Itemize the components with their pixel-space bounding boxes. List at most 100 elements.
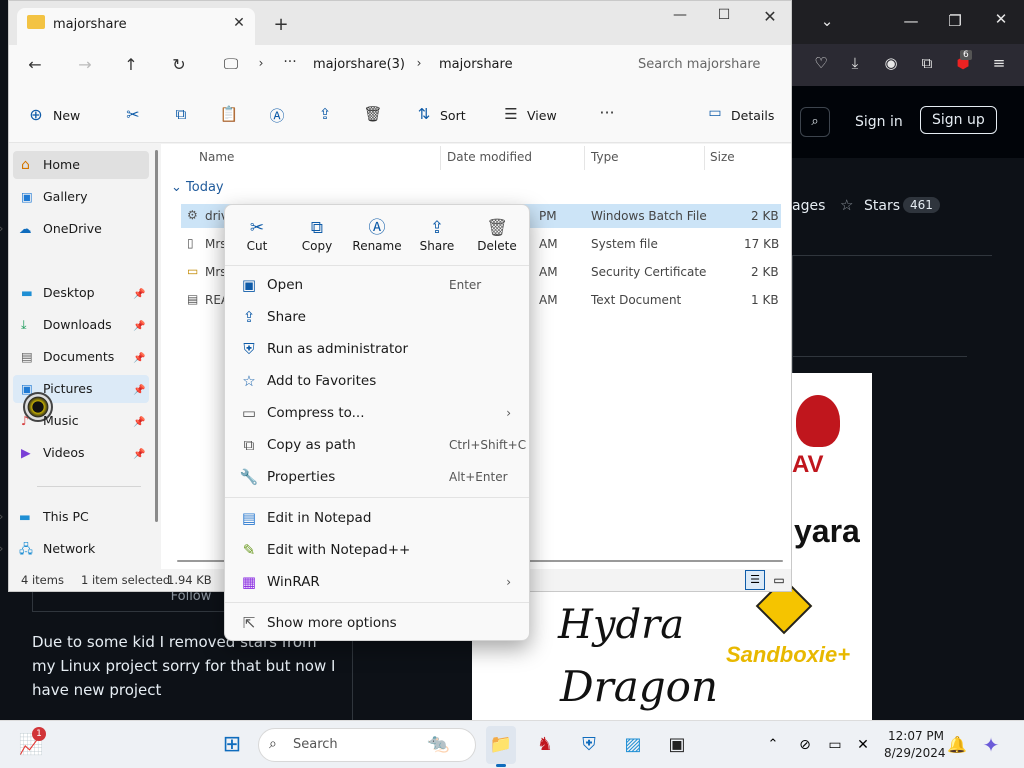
close-icon[interactable]: ✕ [986,10,1016,28]
this-pc-icon[interactable]: 🖵 [221,55,241,73]
minimize-icon[interactable]: — [665,7,695,23]
photos-icon[interactable]: ▨ [620,732,646,758]
share-button[interactable]: ⇪ Share [409,217,465,253]
breadcrumb-item[interactable]: majorshare [439,57,513,72]
chevron-right-icon: › [416,56,422,70]
file-size: 1 KB [751,293,779,307]
chevron-down-icon[interactable]: ⌄ [812,12,842,30]
up-icon[interactable]: ↑ [121,55,141,74]
column-type[interactable]: Type [591,150,619,164]
menu-item-winrar[interactable]: ▦ WinRAR › [229,566,525,598]
column-name[interactable]: Name [199,150,234,164]
back-icon[interactable]: ← [25,55,45,74]
details-button[interactable]: Details [731,108,774,123]
extensions-icon[interactable]: ⧉ [912,54,942,72]
chevron-right-icon[interactable]: › [0,215,3,243]
menu-item-edit-notepad[interactable]: ▤ Edit in Notepad [229,502,525,534]
chevron-right-icon[interactable]: › [0,535,3,563]
file-explorer-icon[interactable]: 📁 [488,732,514,758]
network-status-icon[interactable]: ⊘ [792,732,818,758]
pocket-icon[interactable]: ♡ [806,54,836,72]
refresh-icon[interactable]: ↻ [169,55,189,74]
breadcrumb-item[interactable]: majorshare(3) [313,57,405,72]
cut-button[interactable]: ✂ Cut [229,217,285,253]
nav-item-music[interactable]: ♪ Music [13,407,149,435]
share-icon[interactable]: ⇪ [315,105,335,123]
signup-button[interactable]: Sign up [920,106,997,134]
taskbar-search[interactable]: ⌕ Search 🐀 [258,728,476,762]
nav-item-gallery[interactable]: ▣ Gallery [13,183,149,211]
menu-item-edit-notepadpp[interactable]: ✎ Edit with Notepad++ [229,534,525,566]
tab-stars[interactable]: Stars [864,198,900,214]
nav-item-onedrive[interactable]: › ☁ OneDrive [0,215,149,243]
menu-item-open[interactable]: ▣ Open Enter [229,269,525,301]
command-bar: ⊕ New ✂ ⧉ 📋 Ⓐ ⇪ 🗑 ⇅ Sort ☰ View ··· ▭ De… [9,87,791,143]
start-icon[interactable]: ⊞ [219,732,245,758]
terminal-icon[interactable]: ▣ [664,732,690,758]
group-header[interactable]: ⌄ Today [171,180,224,195]
delete-icon[interactable]: 🗑 [363,105,383,123]
clock-time[interactable]: 12:07 PM [888,729,944,743]
new-tab-icon[interactable]: + [271,14,291,35]
banner-yara-text: yara [794,513,860,549]
menu-label: Open [267,277,304,293]
rename-button[interactable]: Ⓐ Rename [349,217,405,253]
nav-item-thispc[interactable]: › ▬ This PC [0,503,149,531]
explorer-tab[interactable]: majorshare ✕ [17,8,255,45]
menu-item-compress[interactable]: ▭ Compress to... › [229,397,525,429]
column-size[interactable]: Size [710,150,735,164]
account-icon[interactable]: ◉ [876,54,906,72]
chevron-right-icon[interactable]: › [0,503,3,531]
minimize-icon[interactable]: — [896,12,926,30]
menu-item-run-as-admin[interactable]: ⛨ Run as administrator [229,333,525,365]
menu-item-properties[interactable]: 🔧 Properties Alt+Enter [229,461,525,493]
search-input[interactable]: Search majorshare [638,57,760,72]
menu-icon[interactable]: ≡ [984,54,1014,72]
menu-item-show-more[interactable]: ⇱ Show more options [229,607,525,639]
nav-item-documents[interactable]: ▤ Documents [13,343,149,371]
more-path-icon[interactable]: ··· [281,54,299,70]
more-options-icon[interactable]: ··· [597,103,617,122]
nav-item-downloads[interactable]: ⤓ Downloads [13,311,149,339]
copy-icon: ⧉ [310,218,324,238]
view-button[interactable]: View [527,108,557,123]
signin-link[interactable]: Sign in [855,114,903,130]
new-button[interactable]: New [53,108,80,123]
copy-icon[interactable]: ⧉ [171,105,191,123]
column-date[interactable]: Date modified [447,150,532,164]
download-icon[interactable]: ⤓ [840,54,870,72]
close-tab-icon[interactable]: ✕ [229,15,249,31]
maximize-icon[interactable]: ☐ [709,7,739,23]
rename-icon[interactable]: Ⓐ [267,105,287,126]
close-window-icon[interactable]: ✕ [755,7,785,26]
sort-button[interactable]: Sort [440,108,466,123]
delete-button[interactable]: 🗑 Delete [469,217,525,253]
cut-icon[interactable]: ✂ [123,105,143,124]
defender-icon[interactable]: ⛨ [576,732,602,758]
paste-icon[interactable]: 📋 [219,105,239,123]
copilot-icon[interactable]: ✦ [978,732,1004,758]
nav-scrollbar[interactable] [155,150,158,522]
nav-item-desktop[interactable]: ▬ Desktop [13,279,149,307]
display-icon[interactable]: ▭ [822,732,848,758]
details-view-icon[interactable]: ☰ [745,570,765,590]
tab-packages-fragment[interactable]: ages [792,198,825,214]
volume-icon[interactable]: ✕ [850,732,876,758]
hydra-app-icon[interactable]: ♞ [532,732,558,758]
nav-item-network[interactable]: › 🖧 Network [0,535,149,563]
clock-date[interactable]: 8/29/2024 [884,746,946,760]
extension-badge: 6 [960,50,972,60]
tiles-view-icon[interactable]: ▭ [769,570,789,590]
menu-item-share[interactable]: ⇪ Share [229,301,525,333]
menu-item-copy-path[interactable]: ⧉ Copy as path Ctrl+Shift+C [229,429,526,461]
nav-item-home[interactable]: ⌂ Home [13,151,149,179]
menu-item-add-favorites[interactable]: ☆ Add to Favorites [229,365,525,397]
nav-item-videos[interactable]: ▶ Videos [13,439,149,467]
search-icon[interactable]: ⌕ [800,107,830,137]
copy-button[interactable]: ⧉ Copy [289,217,345,253]
forward-icon[interactable]: → [75,55,95,74]
notification-bell-icon[interactable]: 🔔 [944,732,970,758]
menu-label: Run as administrator [267,341,409,357]
chevron-up-icon[interactable]: ⌃ [760,732,786,758]
restore-icon[interactable]: ❐ [940,12,970,30]
